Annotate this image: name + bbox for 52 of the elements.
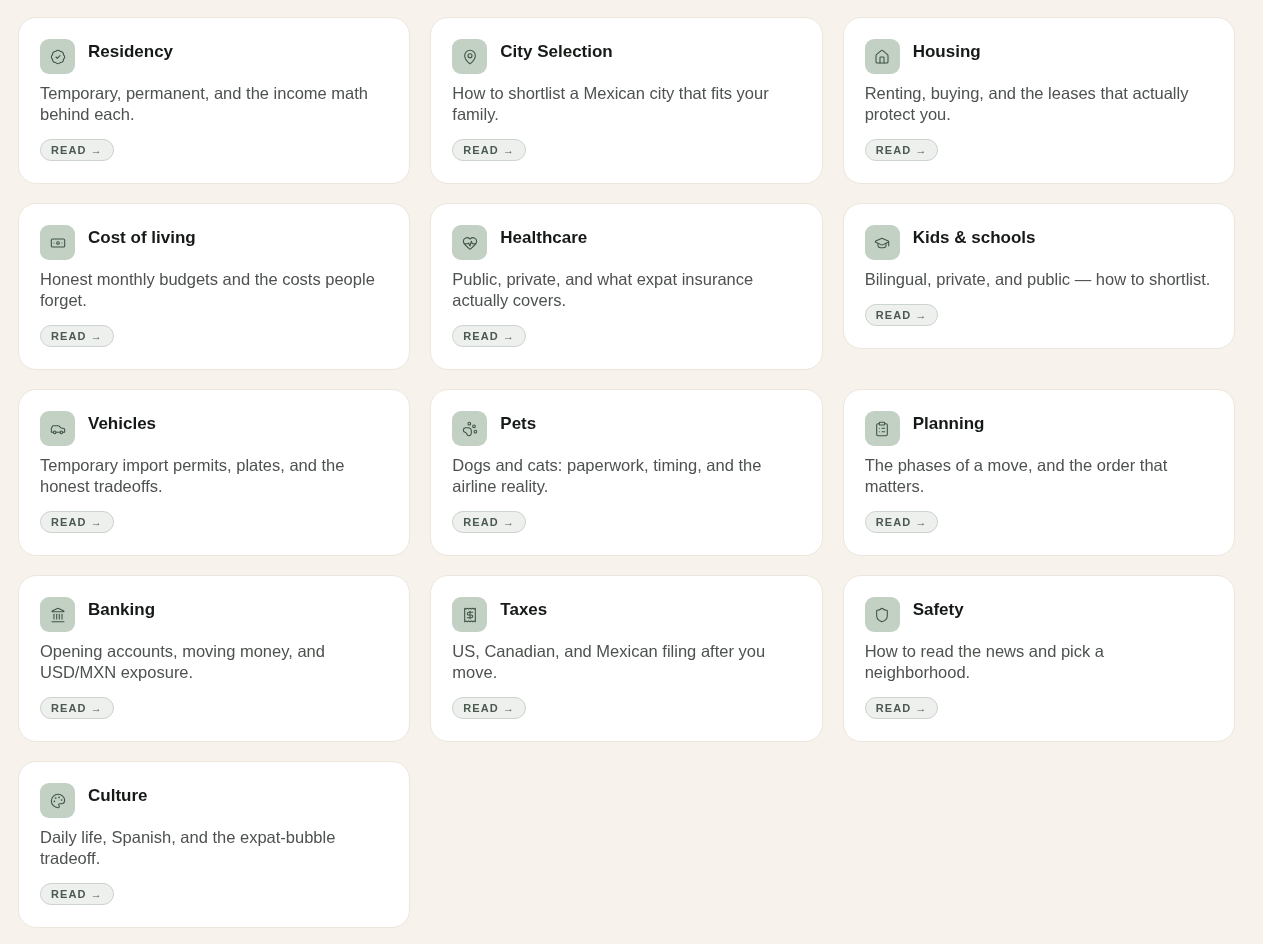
shield-icon bbox=[864, 597, 900, 632]
card-description: US, Canadian, and Mexican filing after you move. bbox=[452, 641, 767, 683]
card-title: Taxes bbox=[500, 599, 548, 621]
read-button[interactable]: READ → bbox=[40, 325, 114, 347]
read-button[interactable]: READ → bbox=[452, 697, 527, 719]
card-title: Kids & schools bbox=[912, 227, 1036, 249]
read-button[interactable]: READ → bbox=[864, 511, 939, 533]
read-button[interactable]: READ → bbox=[452, 325, 527, 347]
card-title: Banking bbox=[88, 599, 156, 621]
card-description: Temporary import permits, plates, and the honest tradeoffs. bbox=[40, 455, 346, 497]
card-description: Opening accounts, moving money, and USD/MXN exposure. bbox=[40, 641, 326, 683]
car-icon bbox=[40, 411, 75, 446]
card-title: Planning bbox=[912, 413, 985, 435]
card-title: Cost of living bbox=[88, 227, 196, 249]
banknote-icon bbox=[40, 225, 75, 260]
card-title: Pets bbox=[500, 413, 537, 435]
card-description: How to shortlist a Mexican city that fits your family. bbox=[452, 83, 770, 125]
clipboard-list-icon bbox=[864, 411, 900, 446]
badge-check-icon bbox=[40, 39, 75, 74]
card-description: Bilingual, private, and public — how to shortlist. bbox=[864, 269, 1212, 290]
card-title: City Selection bbox=[500, 41, 613, 63]
bank-building-icon bbox=[40, 597, 75, 632]
card-description: Dogs and cats: paperwork, timing, and the airline reality. bbox=[452, 455, 763, 497]
card-description: Public, private, and what expat insurance actually covers. bbox=[452, 269, 755, 311]
read-button[interactable]: READ → bbox=[40, 697, 114, 719]
read-button[interactable]: READ → bbox=[40, 883, 114, 905]
palette-icon bbox=[40, 783, 75, 818]
card-description: The phases of a move, and the order that matters. bbox=[864, 455, 1169, 497]
read-button[interactable]: READ → bbox=[864, 304, 939, 326]
card-title: Culture bbox=[88, 785, 148, 807]
card-description: Renting, buying, and the leases that actually protect you. bbox=[864, 83, 1190, 125]
house-icon bbox=[864, 39, 900, 74]
dollar-receipt-icon bbox=[452, 597, 488, 632]
card-description: How to read the news and pick a neighborhood. bbox=[864, 641, 1106, 683]
card-title: Vehicles bbox=[88, 413, 157, 435]
card-description: Temporary, permanent, and the income math behind each. bbox=[40, 83, 370, 125]
read-button[interactable]: READ → bbox=[452, 139, 527, 161]
read-button[interactable]: READ → bbox=[40, 511, 114, 533]
map-pin-icon bbox=[452, 39, 488, 74]
card-title: Housing bbox=[912, 41, 981, 63]
read-button[interactable]: READ → bbox=[40, 139, 114, 161]
heart-pulse-icon bbox=[452, 225, 488, 260]
card-description: Daily life, Spanish, and the expat-bubble tradeoff. bbox=[40, 827, 337, 869]
card-title: Safety bbox=[912, 599, 964, 621]
card-description: Honest monthly budgets and the costs people forget. bbox=[40, 269, 376, 311]
read-button[interactable]: READ → bbox=[864, 697, 939, 719]
graduation-cap-icon bbox=[864, 225, 900, 260]
card-title: Healthcare bbox=[500, 227, 588, 249]
read-button[interactable]: READ → bbox=[864, 139, 939, 161]
read-button[interactable]: READ → bbox=[452, 511, 527, 533]
paw-print-icon bbox=[452, 411, 488, 446]
card-title: Residency bbox=[88, 41, 174, 63]
